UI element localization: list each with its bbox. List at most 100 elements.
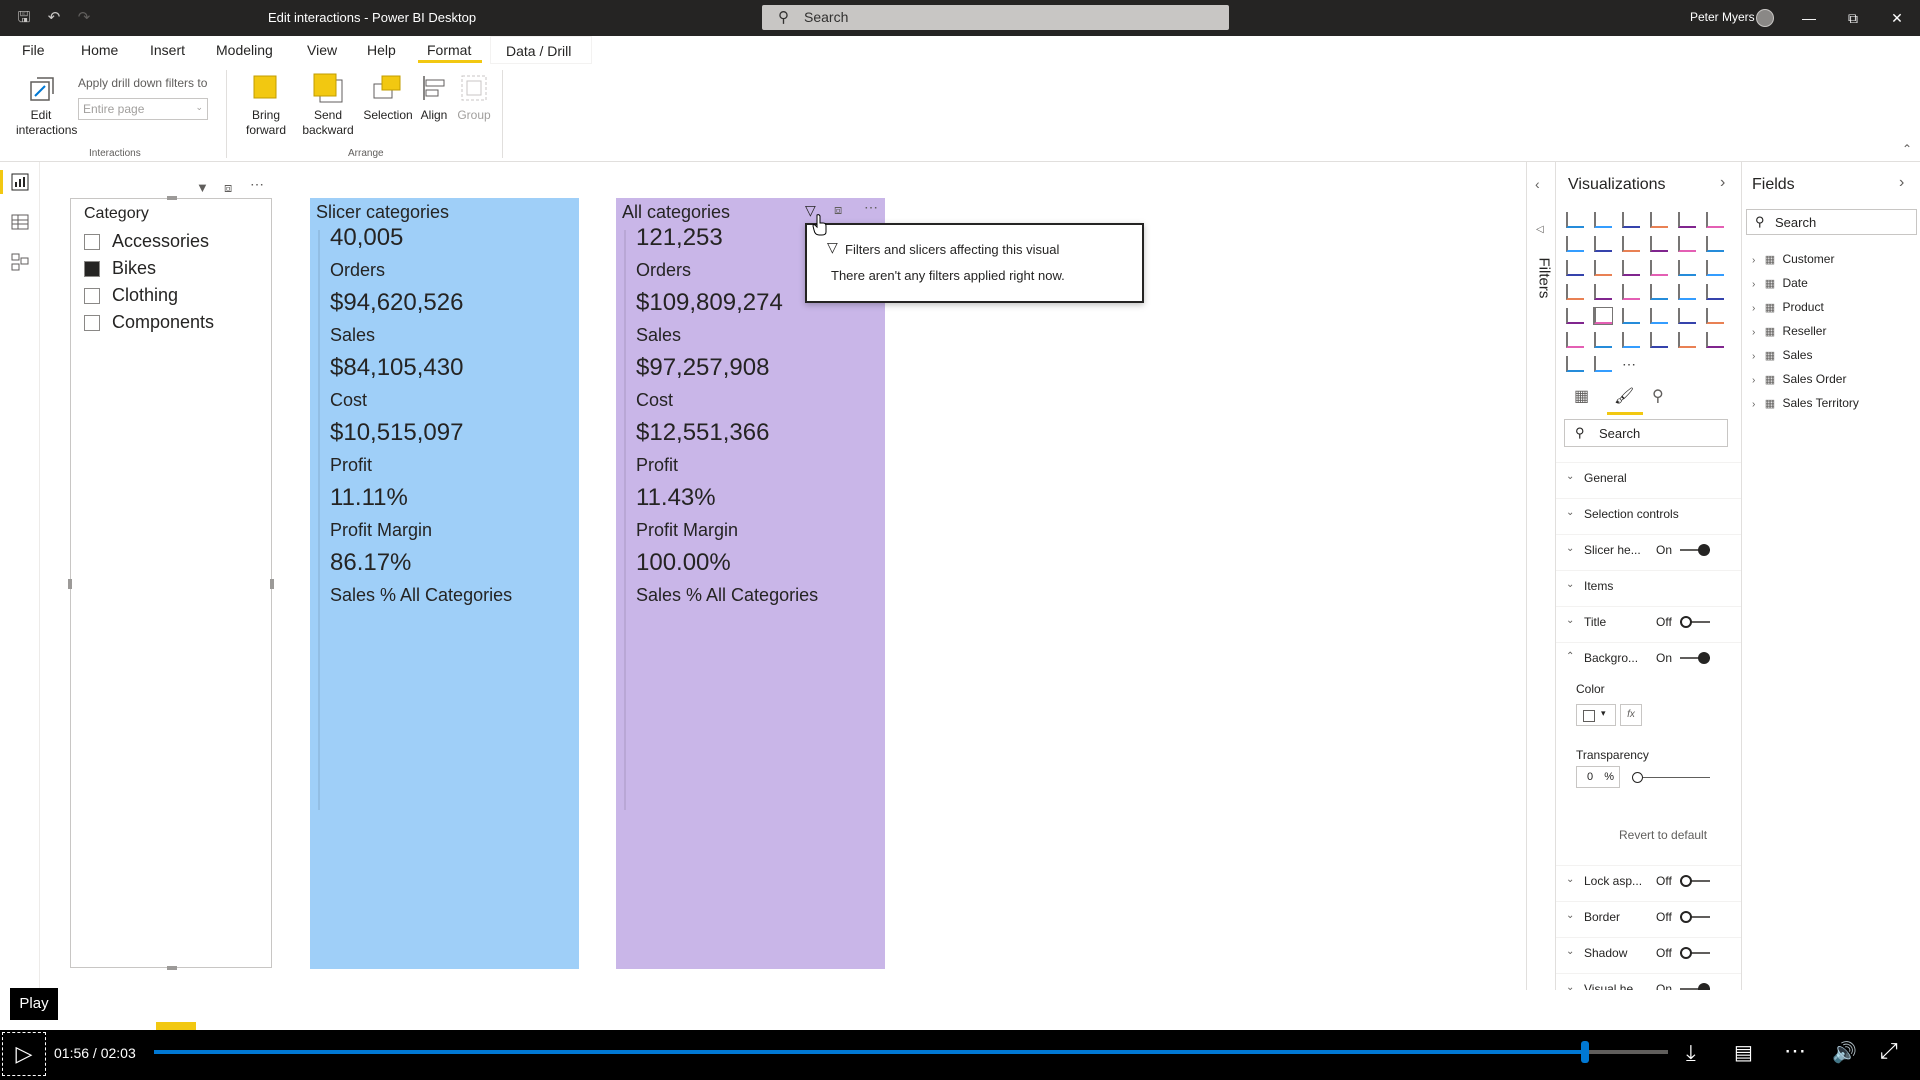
treemap-icon[interactable] [1706, 260, 1724, 276]
more-options-icon[interactable]: ⋯ [864, 199, 878, 216]
field-table[interactable]: › ▦ Sales Order [1752, 372, 1846, 386]
gauge-icon[interactable] [1650, 284, 1668, 300]
tab-file[interactable]: File [22, 42, 45, 58]
matrix-icon[interactable] [1650, 308, 1668, 324]
shape-map-icon[interactable] [1622, 284, 1640, 300]
redo-icon[interactable]: ↷ [74, 8, 94, 28]
stacked-column-100-icon[interactable] [1706, 212, 1724, 228]
area-chart-icon[interactable] [1594, 236, 1612, 252]
chevron-right-icon[interactable]: › [1720, 174, 1725, 192]
fields-well-icon[interactable]: ▦ [1574, 386, 1589, 406]
slicer-checkbox[interactable] [84, 288, 100, 304]
filled-map-icon[interactable] [1594, 284, 1612, 300]
volume-icon[interactable]: 🔊 [1832, 1040, 1857, 1065]
chevron-left-icon[interactable]: ‹ [1535, 176, 1540, 192]
slicer-item[interactable]: Components [84, 312, 264, 334]
multi-row-card-icon[interactable] [1706, 284, 1724, 300]
slicer-checkbox[interactable] [84, 315, 100, 331]
collapse-ribbon-icon[interactable]: ⌃ [1902, 142, 1912, 156]
table-icon[interactable] [1622, 308, 1640, 324]
focus-mode-icon[interactable]: ⧈ [834, 202, 842, 218]
restore-icon[interactable]: ⧉ [1838, 6, 1868, 30]
tab-home[interactable]: Home [81, 42, 118, 58]
slicer-icon[interactable] [1593, 307, 1613, 325]
tab-help[interactable]: Help [367, 42, 396, 58]
pie-chart-icon[interactable] [1650, 260, 1668, 276]
category-slicer[interactable]: Category Accessories Bikes Clothing Compone… [68, 196, 274, 970]
funnel-chart-icon[interactable] [1594, 260, 1612, 276]
search-box[interactable]: ⚲ Search [762, 5, 1229, 30]
transparency-input[interactable]: 0 % [1576, 766, 1620, 788]
download-icon[interactable]: ⤓ [1686, 1040, 1696, 1066]
transparency-slider[interactable] [1632, 772, 1710, 783]
line-chart-icon[interactable] [1566, 236, 1584, 252]
python-visual-icon[interactable] [1706, 308, 1724, 324]
key-influencers-icon[interactable] [1566, 332, 1584, 348]
edit-interactions-button[interactable]: Edit interactions [8, 72, 77, 138]
toggle-switch[interactable] [1680, 652, 1710, 664]
format-section[interactable]: ⌄ Shadow Off [1556, 937, 1742, 967]
focus-mode-icon[interactable]: ⧈ [224, 180, 232, 196]
field-table[interactable]: › ▦ Date [1752, 276, 1808, 290]
save-icon[interactable]: 🖫 [14, 8, 34, 28]
paginated-report-icon[interactable] [1678, 332, 1696, 348]
page-tab-indicator[interactable] [156, 1022, 196, 1030]
resize-handle[interactable] [270, 579, 274, 589]
exit-fullscreen-icon[interactable]: ⤢ [1880, 1038, 1898, 1064]
toggle-switch[interactable] [1680, 616, 1710, 628]
toggle-switch[interactable] [1680, 875, 1710, 887]
seek-bar[interactable] [154, 1041, 1668, 1063]
kpi-icon[interactable] [1566, 308, 1584, 324]
tab-data-drill[interactable]: Data / Drill [490, 36, 592, 64]
slider-thumb[interactable] [1632, 772, 1643, 783]
play-button[interactable]: ▷ [2, 1032, 46, 1076]
fx-button[interactable]: fx [1620, 704, 1642, 726]
undo-icon[interactable]: ↶ [44, 8, 64, 28]
format-section[interactable]: ⌄ General [1556, 462, 1742, 492]
format-section[interactable]: ⌄ Border Off [1556, 901, 1742, 931]
toggle-switch[interactable] [1680, 544, 1710, 556]
line-clustered-column-icon[interactable] [1678, 236, 1696, 252]
analytics-icon[interactable]: ⚲ [1652, 386, 1664, 406]
waterfall-chart-icon[interactable] [1566, 260, 1584, 276]
minimize-icon[interactable]: — [1794, 6, 1824, 30]
tab-view[interactable]: View [307, 42, 337, 58]
align-button[interactable]: Align [416, 72, 452, 123]
resize-handle[interactable] [167, 196, 177, 200]
field-table[interactable]: › ▦ Product [1752, 300, 1824, 314]
resize-handle[interactable] [167, 966, 177, 970]
model-view-icon[interactable] [10, 252, 30, 272]
send-backward-button[interactable]: Send backward [296, 72, 360, 138]
field-table[interactable]: › ▦ Reseller [1752, 324, 1826, 338]
card-icon[interactable] [1678, 284, 1696, 300]
user-name[interactable]: Peter Myers [1690, 10, 1755, 24]
toggle-switch[interactable] [1680, 911, 1710, 923]
filters-pane-collapsed[interactable]: ‹ ◁ Filters [1526, 162, 1555, 1008]
power-automate-icon[interactable] [1706, 332, 1724, 348]
r-visual-icon[interactable] [1678, 308, 1696, 324]
format-paint-icon[interactable]: 🖌 [1614, 386, 1634, 406]
field-table[interactable]: › ▦ Sales [1752, 348, 1812, 362]
bring-forward-button[interactable]: Bring forward [236, 72, 296, 138]
chevron-right-icon[interactable]: › [1899, 174, 1904, 192]
clustered-bar-chart-icon[interactable] [1622, 212, 1640, 228]
field-table[interactable]: › ▦ Sales Territory [1752, 396, 1859, 410]
report-view-icon[interactable] [10, 172, 30, 192]
ribbon-chart-icon[interactable] [1706, 236, 1724, 252]
line-column-chart-icon[interactable] [1650, 236, 1668, 252]
stacked-bar-chart-icon[interactable] [1566, 212, 1584, 228]
card-slicer-categories[interactable]: Slicer categories 40,005 Orders $94,620,52… [310, 198, 579, 969]
format-section[interactable]: ⌃ Backgro... On [1556, 642, 1742, 672]
more-options-icon[interactable]: ⋯ [250, 176, 264, 193]
clustered-column-chart-icon[interactable] [1650, 212, 1668, 228]
close-icon[interactable]: ✕ [1882, 6, 1912, 30]
stacked-area-chart-icon[interactable] [1622, 236, 1640, 252]
donut-chart-icon[interactable] [1678, 260, 1696, 276]
format-section[interactable]: ⌄ Selection controls [1556, 498, 1742, 528]
slicer-item[interactable]: Accessories [84, 231, 264, 253]
selection-button[interactable]: Selection [360, 72, 416, 123]
smart-narrative-icon[interactable] [1650, 332, 1668, 348]
arcgis-map-icon[interactable] [1566, 356, 1584, 372]
resize-handle[interactable] [68, 579, 72, 589]
format-section[interactable]: ⌄ Items [1556, 570, 1742, 600]
